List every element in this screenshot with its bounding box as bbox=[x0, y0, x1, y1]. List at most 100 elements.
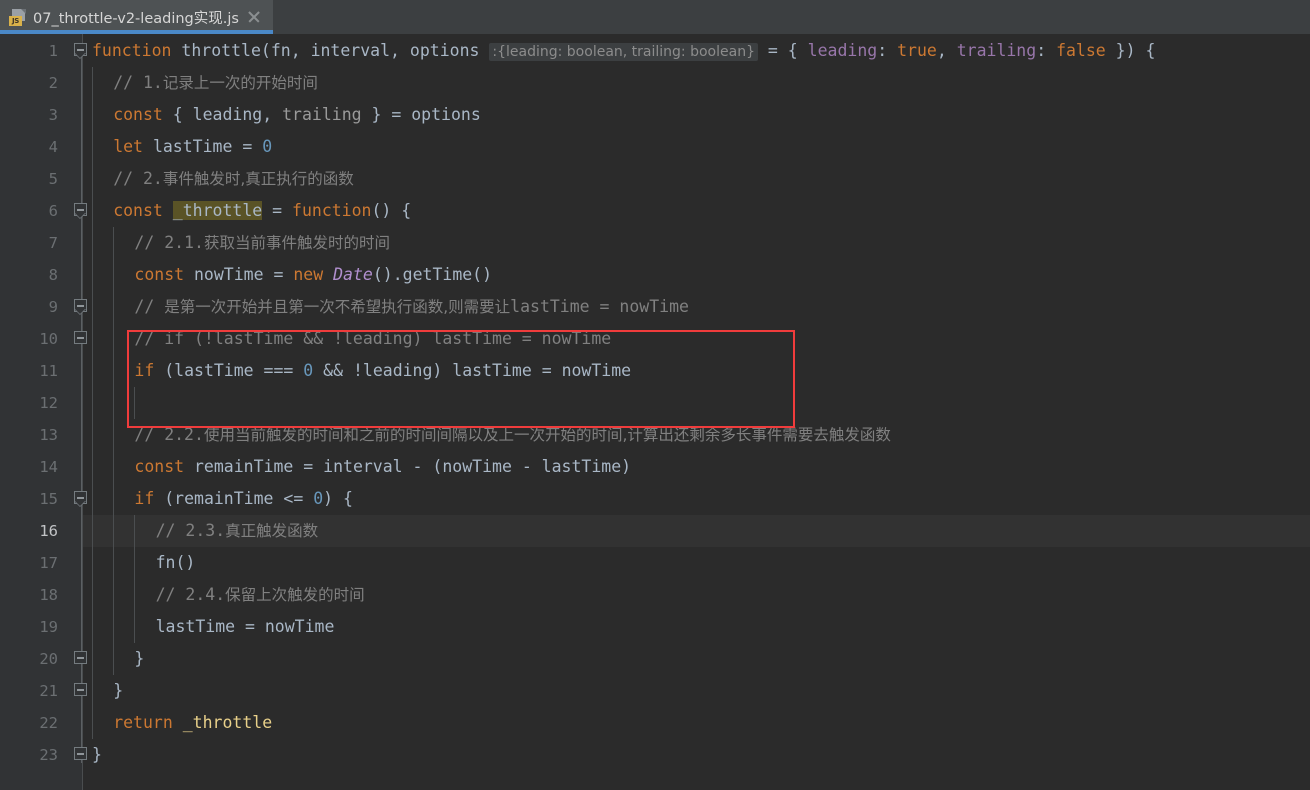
code-token: const bbox=[134, 457, 194, 476]
code-token: // 1. bbox=[113, 73, 163, 92]
code-line[interactable]: let lastTime = 0 bbox=[113, 131, 272, 163]
indent-guide bbox=[92, 67, 93, 739]
code-line[interactable]: // 1.记录上一次的开始时间 bbox=[113, 67, 318, 99]
code-token: ) { bbox=[323, 489, 353, 508]
code-token: 记录上一次的开始时间 bbox=[162, 74, 318, 92]
line-number: 3 bbox=[48, 106, 58, 124]
code-token: // 2.3. bbox=[155, 521, 226, 540]
line-number: 4 bbox=[48, 138, 58, 156]
fold-toggle-icon[interactable] bbox=[74, 491, 89, 507]
minus-icon bbox=[77, 337, 84, 339]
code-token: if bbox=[134, 361, 165, 380]
line-number: 15 bbox=[39, 490, 58, 508]
minus-icon bbox=[77, 305, 84, 307]
line-number: 9 bbox=[48, 298, 58, 316]
code-line[interactable]: // 2.4.保留上次触发的时间 bbox=[156, 579, 365, 611]
minus-icon bbox=[77, 209, 84, 211]
fold-toggle-icon[interactable] bbox=[74, 43, 89, 59]
code-line[interactable]: // 是第一次开始并且第一次不希望执行函数,则需要让lastTime = now… bbox=[134, 291, 689, 323]
line-number: 12 bbox=[39, 394, 58, 412]
code-line[interactable]: // 2.3.真正触发函数 bbox=[156, 515, 319, 547]
code-token: let bbox=[113, 137, 153, 156]
fold-arrow bbox=[74, 500, 86, 507]
line-number: 13 bbox=[39, 426, 58, 444]
code-token: 使用当前触发的时间和之前的时间间隔以及上一次开始的时间,计算出还剩余多长事件需要… bbox=[203, 426, 891, 444]
close-icon[interactable] bbox=[246, 9, 262, 25]
line-number: 14 bbox=[39, 458, 58, 476]
code-token: nowTime = bbox=[194, 265, 294, 284]
code-token: { bbox=[172, 105, 193, 124]
code-token: : bbox=[1036, 41, 1057, 60]
code-token: const bbox=[113, 201, 173, 220]
code-line[interactable]: fn() bbox=[156, 547, 196, 579]
line-number: 19 bbox=[39, 618, 58, 636]
code-line[interactable]: // 2.事件触发时,真正执行的函数 bbox=[113, 163, 354, 195]
code-line[interactable]: if (lastTime === 0 && !leading) lastTime… bbox=[134, 355, 631, 387]
code-token: 0 bbox=[313, 489, 324, 508]
code-token: : bbox=[877, 41, 898, 60]
code-token: function bbox=[292, 201, 372, 220]
code-token: _throttle bbox=[182, 713, 273, 732]
code-editor[interactable]: 1 2 3 4 5 6 7 8 9 10 11 12 13 14 15 16 17 18 19 20 21 22 23 fu… bbox=[0, 34, 1310, 790]
code-line[interactable]: // 2.1.获取当前事件触发时的时间 bbox=[134, 227, 390, 259]
code-line[interactable]: function throttle(fn, interval, options … bbox=[92, 35, 1155, 67]
code-token: // 2. bbox=[113, 169, 163, 188]
code-token: const bbox=[113, 105, 173, 124]
code-token: throttle bbox=[181, 41, 261, 60]
code-line[interactable]: const { leading, trailing } = options bbox=[113, 99, 481, 131]
fold-toggle-icon[interactable] bbox=[74, 651, 89, 666]
line-number: 23 bbox=[39, 746, 58, 764]
code-token: // 2.4. bbox=[155, 585, 226, 604]
code-token: && !leading) lastTime = nowTime bbox=[313, 361, 632, 380]
code-token: } bbox=[134, 649, 145, 668]
tab-title: 07_throttle-v2-leading实现.js bbox=[33, 10, 239, 27]
code-line[interactable]: // if (!lastTime && !leading) lastTime =… bbox=[134, 323, 611, 355]
code-token: // 2.1. bbox=[134, 233, 204, 252]
code-line[interactable]: lastTime = nowTime bbox=[156, 611, 335, 643]
code-line[interactable]: const remainTime = interval - (nowTime -… bbox=[134, 451, 631, 483]
code-line[interactable]: if (remainTime <= 0) { bbox=[134, 483, 353, 515]
code-token: 获取当前事件触发时的时间 bbox=[203, 234, 390, 252]
fold-arrow bbox=[74, 212, 86, 219]
code-line[interactable]: } bbox=[92, 739, 102, 771]
code-token: fn() bbox=[155, 553, 196, 572]
editor-tab-bar: JS 07_throttle-v2-leading实现.js bbox=[0, 0, 1310, 34]
line-number: 21 bbox=[39, 682, 58, 700]
fold-toggle-icon[interactable] bbox=[74, 683, 89, 698]
code-token: (remainTime <= bbox=[164, 489, 314, 508]
code-token: 0 bbox=[262, 137, 273, 156]
code-token: lastTime = bbox=[152, 137, 263, 156]
code-token: } bbox=[113, 681, 124, 700]
gutter-separator bbox=[82, 34, 83, 790]
tab-bar-empty-area bbox=[273, 0, 1310, 34]
code-token: 真正触发函数 bbox=[225, 522, 319, 540]
line-number: 17 bbox=[39, 554, 58, 572]
code-token: ().getTime() bbox=[372, 265, 493, 284]
fold-toggle-icon[interactable] bbox=[74, 747, 89, 762]
fold-toggle-icon[interactable] bbox=[74, 331, 89, 346]
code-line[interactable]: // 2.2.使用当前触发的时间和之前的时间间隔以及上一次开始的时间,计算出还剩… bbox=[134, 419, 890, 451]
code-token: false bbox=[1056, 41, 1106, 60]
line-number: 2 bbox=[48, 74, 58, 92]
javascript-file-icon: JS bbox=[9, 8, 26, 26]
code-line[interactable]: const nowTime = new Date().getTime() bbox=[134, 259, 492, 291]
code-token: () { bbox=[371, 201, 412, 220]
line-number: 5 bbox=[48, 170, 58, 188]
code-line[interactable]: const _throttle = function() { bbox=[113, 195, 411, 227]
code-token: trailing bbox=[956, 41, 1037, 60]
fold-toggle-icon[interactable] bbox=[74, 203, 89, 219]
code-line[interactable]: return _throttle bbox=[113, 707, 272, 739]
line-number: 10 bbox=[39, 330, 58, 348]
code-token: _throttle bbox=[172, 201, 263, 220]
code-line[interactable]: } bbox=[113, 675, 123, 707]
tab-07-throttle-v2-leading[interactable]: JS 07_throttle-v2-leading实现.js bbox=[0, 0, 273, 34]
line-number: 1 bbox=[48, 42, 58, 60]
code-token: true bbox=[897, 41, 937, 60]
code-token: lastTime = nowTime bbox=[155, 617, 335, 636]
code-line[interactable]: } bbox=[134, 643, 144, 675]
code-token: return bbox=[113, 713, 183, 732]
fold-toggle-icon[interactable] bbox=[74, 299, 89, 315]
minus-icon bbox=[77, 753, 84, 755]
line-number: 11 bbox=[39, 362, 58, 380]
indent-guide bbox=[113, 227, 115, 675]
